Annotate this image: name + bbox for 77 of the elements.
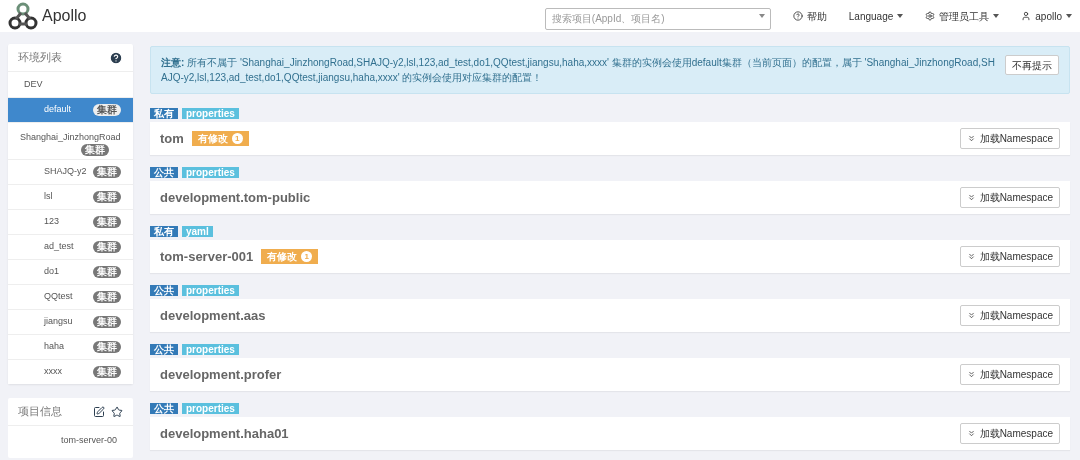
user-icon — [1021, 11, 1032, 21]
env-item[interactable]: DEV — [8, 72, 133, 97]
cluster-item[interactable]: do1 集群 — [8, 259, 133, 284]
cluster-badge: 集群 — [93, 104, 121, 116]
nav-menu-item[interactable]: 帮助 — [792, 8, 827, 24]
cluster-item[interactable]: lsl 集群 — [8, 184, 133, 209]
caret-icon — [1066, 14, 1072, 18]
namespace-name: development.haha01 — [160, 424, 289, 443]
namespace-tag: 公共 — [150, 167, 178, 178]
namespace-tag: properties — [182, 108, 239, 119]
cluster-badge: 集群 — [93, 266, 121, 278]
namespace-tag: 公共 — [150, 403, 178, 414]
cluster-badge: 集群 — [93, 241, 121, 253]
namespace-tag: 公共 — [150, 285, 178, 296]
cluster-item[interactable]: ad_test 集群 — [8, 234, 133, 259]
load-namespace-button[interactable]: 加载Namespace — [959, 246, 1060, 267]
cluster-badge: 集群 — [93, 291, 121, 303]
search-field[interactable]: 搜索项目(AppId、项目名) — [544, 7, 771, 30]
load-namespace-button[interactable]: 加载Namespace — [959, 187, 1060, 208]
help-icon[interactable] — [109, 50, 123, 65]
chevrons-down-icon — [966, 134, 976, 143]
namespace-name: tom — [160, 129, 184, 148]
dismiss-button[interactable]: 不再提示 — [1005, 55, 1059, 75]
modified-badge: 有修改 1 — [261, 249, 319, 264]
cluster-item[interactable]: default 集群 — [8, 97, 133, 122]
chevrons-down-icon — [966, 370, 976, 379]
load-namespace-button[interactable]: 加载Namespace — [959, 305, 1060, 326]
load-namespace-button[interactable]: 加载Namespace — [959, 364, 1060, 385]
chevrons-down-icon — [966, 193, 976, 202]
chevrons-down-icon — [966, 252, 976, 261]
notice-text: 注意: 所有不属于 'Shanghai_JinzhongRoad,SHAJQ-y2,lsl,123,ad_test,do1,QQtest,jiangsu,haha,xxxx' 集群的实例会使用default集群（当前页面）的配置，属于 'Shanghai_JinzhongRoad,SHAJQ-y2,lsl,123,ad_test,do1,QQtest,jiangsu,haha,xxxx' 的实例会使用对应集群的配置！ — [161, 56, 996, 85]
cluster-item[interactable]: jiangsu 集群 — [8, 309, 133, 334]
namespace-tag: 私有 — [150, 226, 178, 237]
logo-text: Apollo — [42, 6, 87, 26]
dropdown-caret-icon — [758, 14, 765, 18]
edit-icon[interactable] — [93, 405, 105, 418]
chevrons-down-icon — [966, 311, 976, 320]
nav-menu-item[interactable]: 管理员工具 — [925, 8, 1000, 24]
namespace-tag: properties — [182, 344, 239, 355]
namespace-tag: yaml — [182, 226, 213, 237]
namespace-tag: properties — [182, 285, 239, 296]
panel-title: 项目信息 — [18, 404, 62, 420]
cluster-badge: 集群 — [93, 341, 121, 353]
cluster-badge: 集群 — [93, 366, 121, 378]
caret-icon — [993, 14, 1000, 18]
app-id-value: tom-server-00 — [61, 434, 117, 447]
cluster-item[interactable]: SHAJQ-y2 集群 — [8, 159, 133, 184]
panel-title: 环境列表 — [18, 50, 62, 66]
logo-icon — [8, 1, 38, 31]
modified-badge: 有修改 1 — [191, 131, 249, 146]
cluster-badge: 集群 — [81, 144, 109, 156]
cluster-badge: 集群 — [93, 316, 121, 328]
help-icon — [792, 11, 803, 21]
namespace-name: tom-server-001 — [160, 247, 254, 266]
namespace-tag: properties — [182, 403, 239, 414]
cluster-item[interactable]: haha 集群 — [8, 334, 133, 359]
cluster-item[interactable]: xxxx 集群 — [8, 359, 133, 384]
namespace-tag: properties — [182, 167, 239, 178]
cluster-badge: 集群 — [93, 191, 121, 203]
namespace-name: development.tom-public — [160, 188, 311, 207]
cluster-item[interactable]: Shanghai_JinzhongRoad 集群 — [8, 122, 133, 159]
namespace-tag: 公共 — [150, 344, 178, 355]
settings-icon — [925, 11, 936, 21]
namespace-name: development.profer — [160, 365, 282, 384]
nav-menu-item[interactable]: Language — [848, 8, 904, 24]
load-namespace-button[interactable]: 加载Namespace — [959, 423, 1060, 444]
cluster-badge: 集群 — [93, 216, 121, 228]
cluster-item[interactable]: 123 集群 — [8, 209, 133, 234]
load-namespace-button[interactable]: 加载Namespace — [959, 128, 1060, 149]
cluster-item[interactable]: QQtest 集群 — [8, 284, 133, 309]
namespace-tag: 私有 — [150, 108, 178, 119]
cluster-badge: 集群 — [93, 166, 121, 178]
nav-menu-item[interactable]: apollo — [1021, 8, 1072, 24]
namespace-name: development.aas — [160, 306, 266, 325]
caret-icon — [897, 14, 904, 18]
star-icon[interactable] — [111, 405, 123, 418]
chevrons-down-icon — [966, 429, 976, 438]
